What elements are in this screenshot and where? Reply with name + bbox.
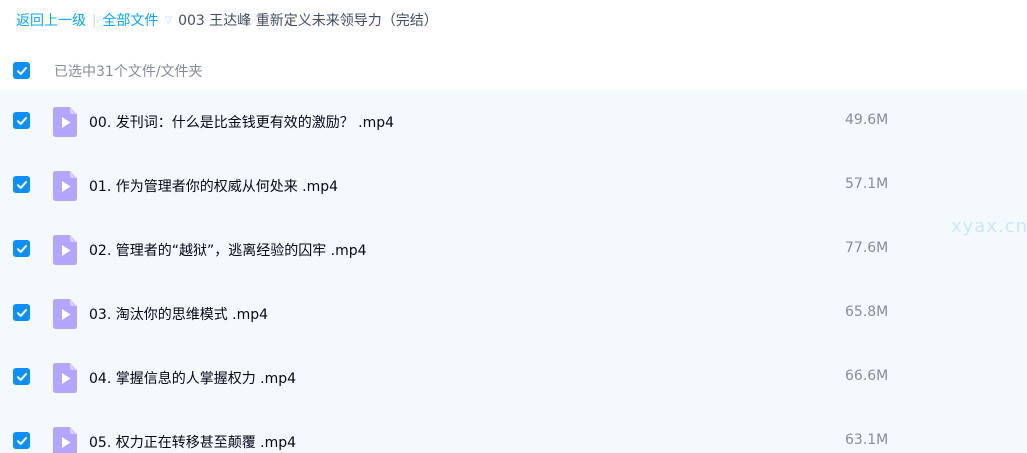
file-row[interactable]: 00. 发刊词：什么是比金钱更有效的激励？ .mp4 49.6M [0, 90, 1027, 154]
file-name[interactable]: 04. 掌握信息的人掌握权力 .mp4 [89, 368, 296, 388]
file-row[interactable]: 05. 权力正在转移甚至颠覆 .mp4 63.1M [0, 410, 1027, 453]
video-file-icon [53, 235, 77, 265]
file-size: 57.1M [845, 176, 889, 192]
file-name[interactable]: 00. 发刊词：什么是比金钱更有效的激励？ .mp4 [89, 112, 394, 132]
file-size: 49.6M [845, 112, 889, 128]
video-file-icon [53, 363, 77, 393]
file-checkbox[interactable] [13, 240, 30, 257]
file-size: 77.6M [845, 240, 889, 256]
file-name[interactable]: 05. 权力正在转移甚至颠覆 .mp4 [89, 432, 296, 452]
select-all-checkbox[interactable] [13, 62, 30, 79]
file-size: 66.6M [845, 368, 889, 384]
file-checkbox[interactable] [13, 432, 30, 449]
video-file-icon [53, 171, 77, 201]
check-icon [16, 372, 27, 381]
video-file-icon [53, 299, 77, 329]
file-row[interactable]: 04. 掌握信息的人掌握权力 .mp4 66.6M [0, 346, 1027, 410]
file-size: 65.8M [845, 304, 889, 320]
video-file-icon [53, 107, 77, 137]
file-row[interactable]: 02. 管理者的“越狱”，逃离经验的囚牢 .mp4 77.6M [0, 218, 1027, 282]
file-row[interactable]: 03. 淘汰你的思维模式 .mp4 65.8M [0, 282, 1027, 346]
selection-summary: 已选中31个文件/文件夹 [54, 64, 203, 80]
file-checkbox[interactable] [13, 176, 30, 193]
back-link[interactable]: 返回上一级 [16, 10, 86, 30]
file-size: 63.1M [845, 432, 889, 448]
watermark: xyax.cn [951, 216, 1027, 237]
file-name[interactable]: 02. 管理者的“越狱”，逃离经验的囚牢 .mp4 [89, 240, 367, 260]
check-icon [16, 244, 27, 253]
file-name[interactable]: 01. 作为管理者你的权威从何处来 .mp4 [89, 176, 338, 196]
check-icon [16, 308, 27, 317]
breadcrumb-separator: | [92, 12, 97, 28]
all-files-link[interactable]: 全部文件 [102, 10, 158, 30]
check-icon [16, 180, 27, 189]
select-all-bar: 已选中31个文件/文件夹 [0, 52, 1027, 88]
breadcrumb: 返回上一级 | 全部文件 ▽ 003 王达峰 重新定义未来领导力（完结） [16, 10, 438, 30]
check-icon [16, 66, 27, 75]
video-file-icon [53, 427, 77, 453]
file-checkbox[interactable] [13, 112, 30, 129]
file-checkbox[interactable] [13, 304, 30, 321]
file-name[interactable]: 03. 淘汰你的思维模式 .mp4 [89, 304, 268, 324]
check-icon [16, 116, 27, 125]
check-icon [16, 436, 27, 445]
file-row[interactable]: 01. 作为管理者你的权威从何处来 .mp4 57.1M [0, 154, 1027, 218]
file-list: 00. 发刊词：什么是比金钱更有效的激励？ .mp4 49.6M 01. 作为管… [0, 90, 1027, 453]
breadcrumb-arrow-icon: ▽ [164, 14, 173, 26]
file-checkbox[interactable] [13, 368, 30, 385]
current-folder-title: 003 王达峰 重新定义未来领导力（完结） [178, 13, 438, 29]
